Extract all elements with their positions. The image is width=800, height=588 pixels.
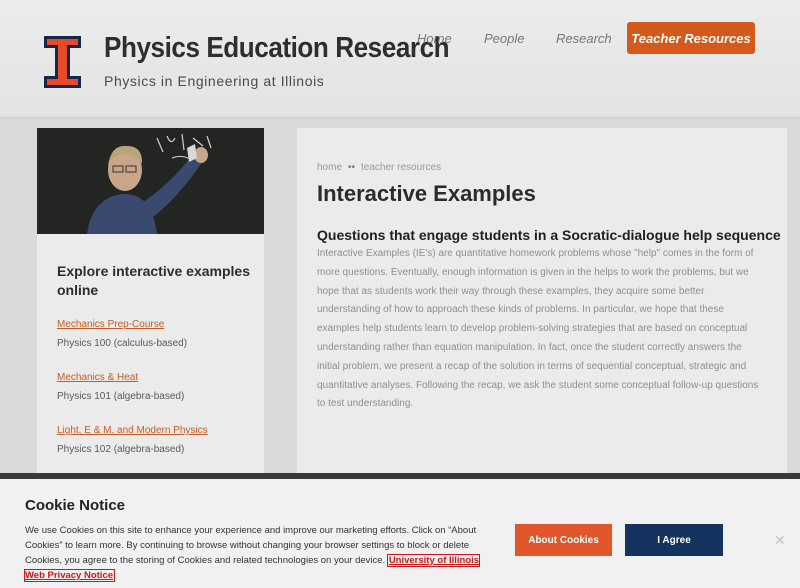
course-desc: Physics 101 (algebra-based) xyxy=(57,391,185,402)
course-link-light-em-modern[interactable]: Light, E & M, and Modern Physics xyxy=(57,425,208,436)
site-subtitle: Physics in Engineering at Illinois xyxy=(104,73,325,89)
nav-teacher-resources-button[interactable]: Teacher Resources xyxy=(627,22,755,54)
breadcrumb-teacher-resources[interactable]: teacher resources xyxy=(361,162,441,173)
lecturer-photo xyxy=(37,128,264,234)
close-icon[interactable]: ✕ xyxy=(774,532,786,549)
section-heading: Questions that engage students in a Socr… xyxy=(317,227,781,243)
block-i-logo[interactable] xyxy=(44,36,81,88)
cookie-title: Cookie Notice xyxy=(25,497,126,514)
main-content: home •• teacher resources Interactive Exam… xyxy=(297,128,787,478)
course-desc: Physics 100 (calculus-based) xyxy=(57,338,188,349)
nav-home[interactable]: Home xyxy=(417,31,452,46)
course-link-mechanics-heat[interactable]: Mechanics & Heat xyxy=(57,372,138,383)
course-desc: Physics 102 (algebra-based) xyxy=(57,444,185,455)
cookie-banner: Cookie Notice We use Cookies on this sit… xyxy=(0,479,800,588)
body-paragraph: Interactive Examples (IE's) are quantita… xyxy=(317,248,759,410)
sidebar-heading: Explore interactive examples online xyxy=(57,263,250,298)
page-title: Interactive Examples xyxy=(317,181,536,206)
agree-button[interactable]: I Agree xyxy=(625,524,723,556)
course-link-mechanics-prep[interactable]: Mechanics Prep-Course xyxy=(57,319,164,330)
nav-people[interactable]: People xyxy=(484,31,524,46)
breadcrumb-separator: •• xyxy=(348,162,356,173)
site-header: Physics Education Research Physics in En… xyxy=(0,0,800,118)
nav-research[interactable]: Research xyxy=(556,31,612,46)
sidebar: Explore interactive examples online Mech… xyxy=(37,128,264,478)
breadcrumb-home[interactable]: home xyxy=(317,162,342,173)
site-title[interactable]: Physics Education Research xyxy=(104,32,450,65)
cookie-text: We use Cookies on this site to enhance y… xyxy=(23,523,481,583)
breadcrumb: home •• teacher resources xyxy=(317,162,441,173)
about-cookies-button[interactable]: About Cookies xyxy=(515,524,612,556)
